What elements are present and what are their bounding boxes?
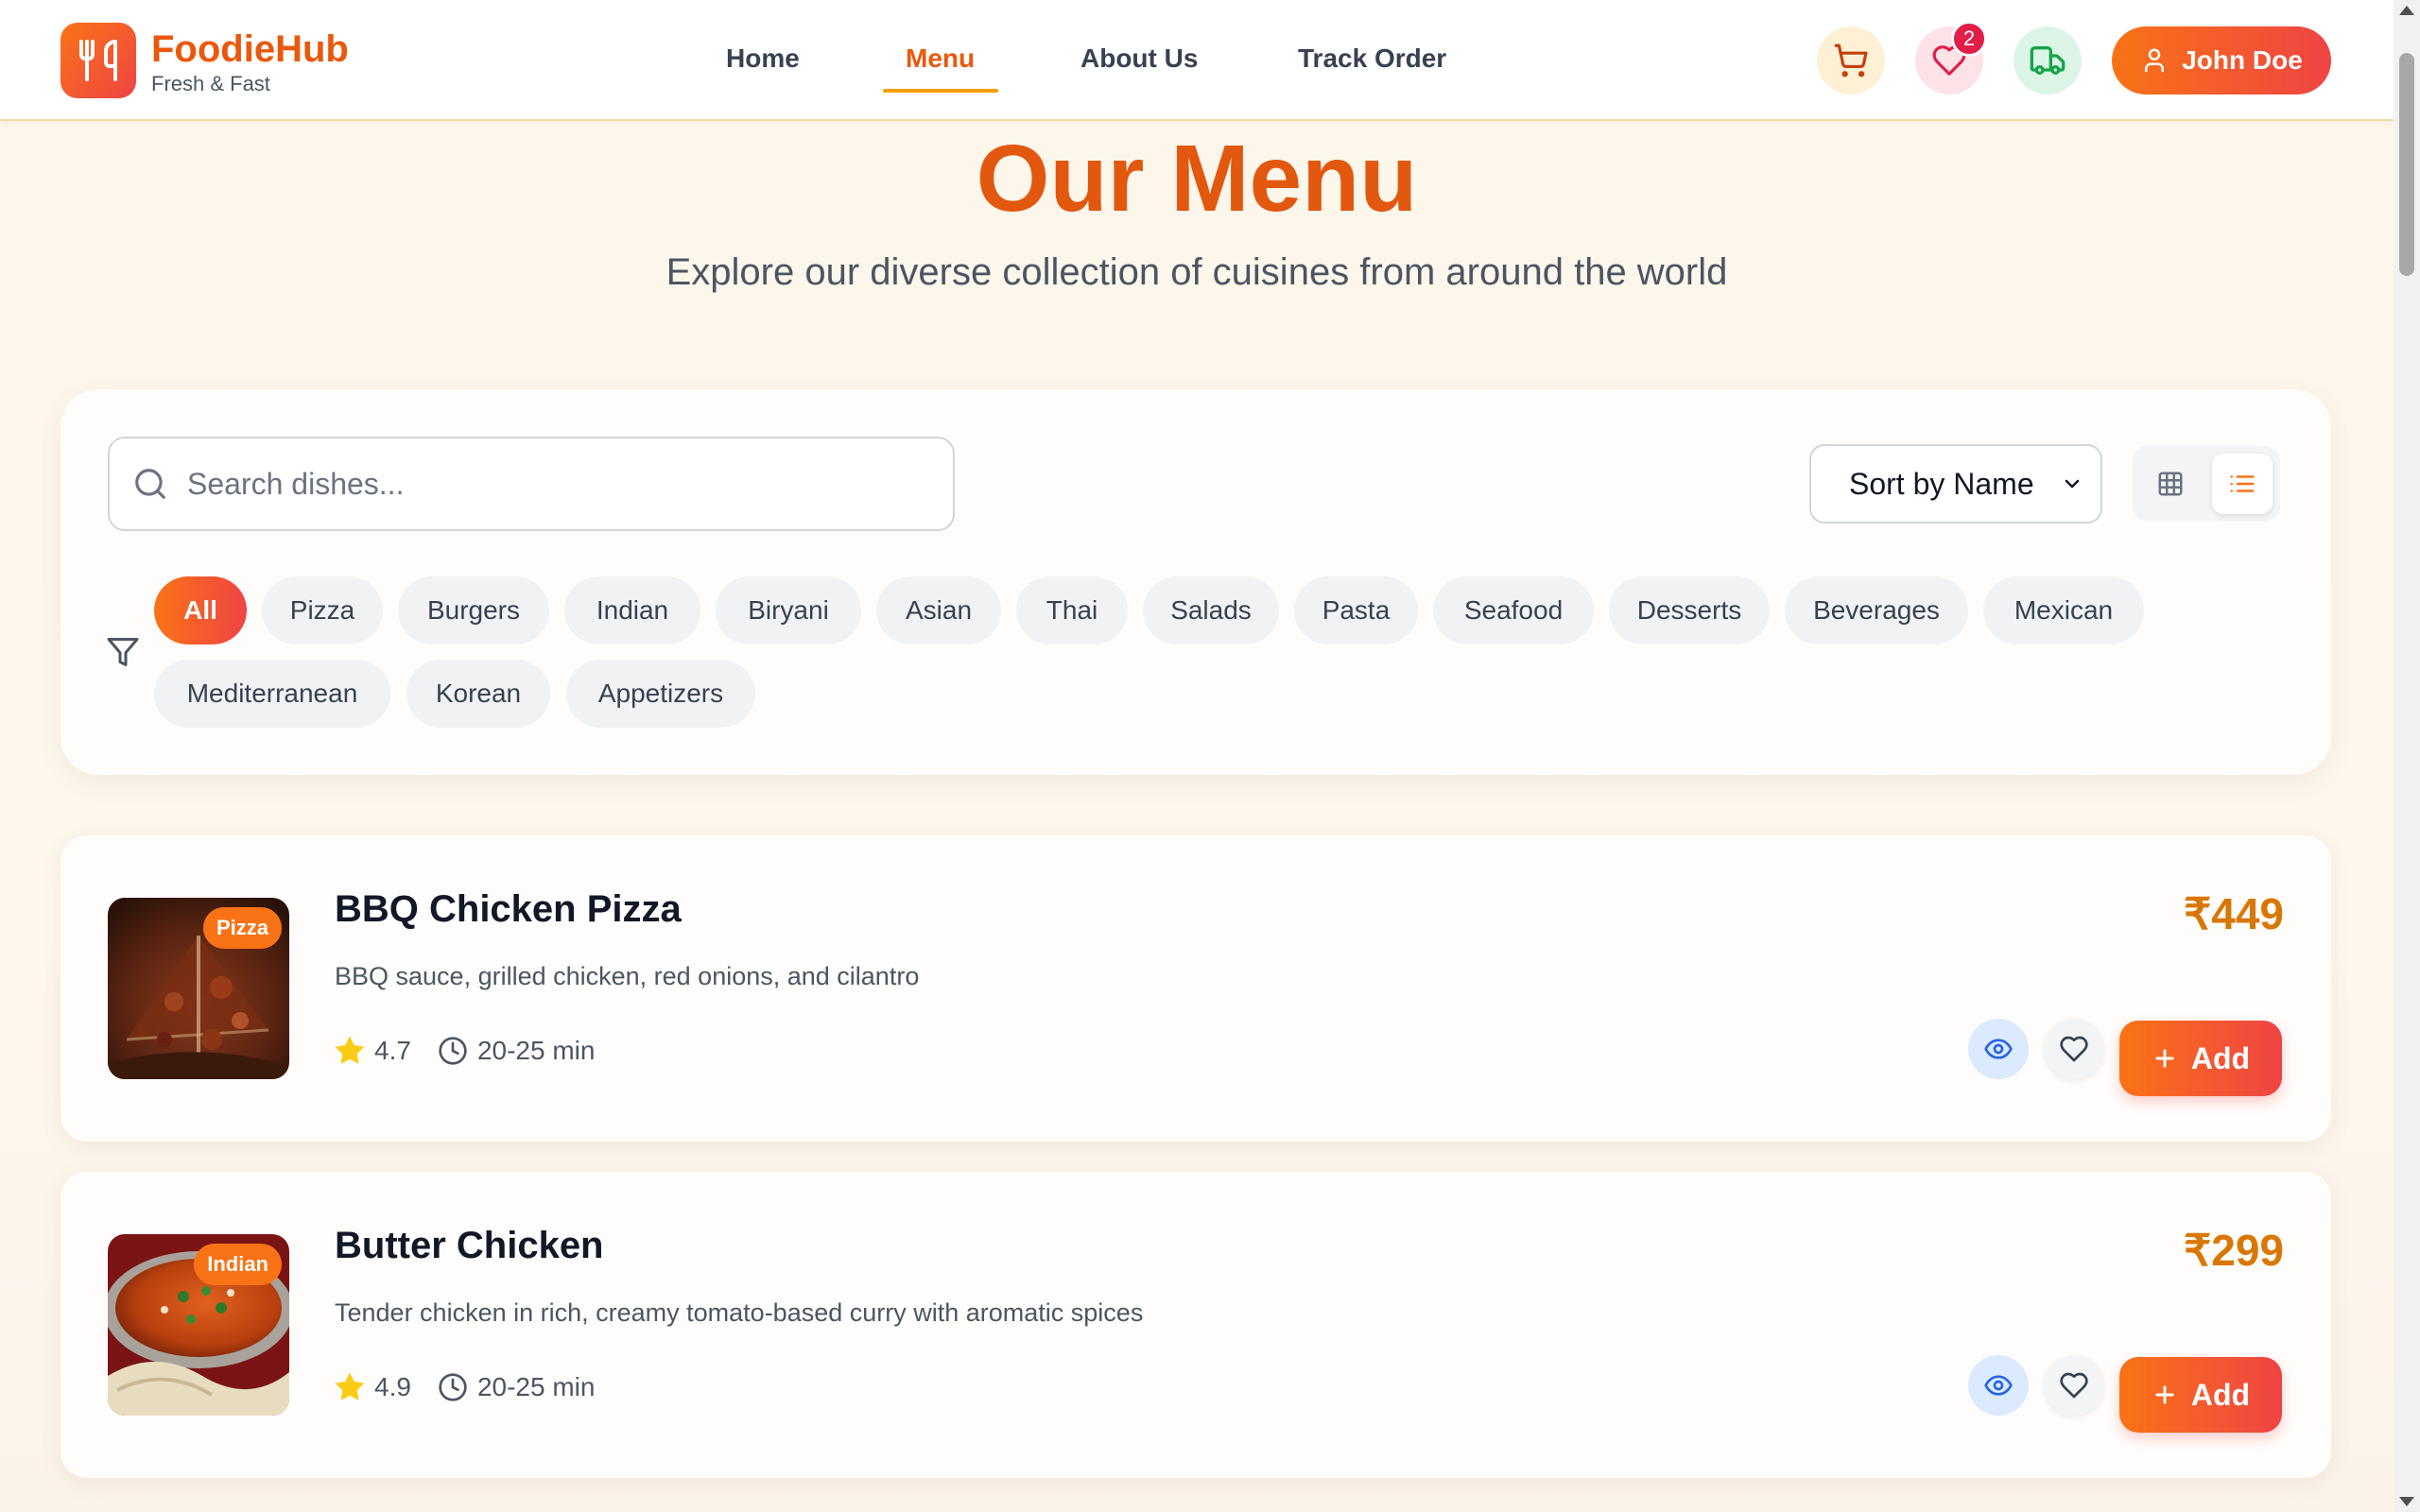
category-chip-burgers[interactable]: Burgers (398, 576, 549, 644)
clock-icon (439, 1037, 467, 1065)
nav-track-order[interactable]: Track Order (1298, 43, 1446, 74)
nav-home[interactable]: Home (726, 43, 800, 74)
user-name: John Doe (2182, 45, 2303, 75)
star-icon (335, 1036, 365, 1064)
search-icon (135, 469, 165, 499)
category-chip-mexican[interactable]: Mexican (1983, 576, 2144, 644)
favorite-button[interactable] (2044, 1355, 2104, 1416)
dish-image[interactable]: Indian (108, 1234, 289, 1416)
grid-icon (2158, 472, 2183, 496)
truck-icon (2030, 46, 2066, 75)
utensils-icon (79, 40, 117, 81)
top-header: FoodieHub Fresh & Fast Home Menu About U… (0, 0, 2394, 121)
eye-icon (1984, 1039, 2013, 1059)
dish-card[interactable]: Indian Butter Chicken Tender chicken in … (60, 1172, 2331, 1478)
dish-name[interactable]: BBQ Chicken Pizza (335, 888, 682, 931)
cart-button[interactable] (1817, 26, 1885, 94)
add-to-cart-button[interactable]: Add (2119, 1021, 2282, 1096)
dish-prep-time: 20-25 min (476, 1036, 596, 1065)
add-button-label: Add (2190, 1040, 2251, 1075)
nav-about-us[interactable]: About Us (1080, 43, 1198, 74)
dish-meta: 4.7 20-25 min (335, 1036, 595, 1066)
category-chip-salads[interactable]: Salads (1143, 576, 1279, 644)
dish-category-badge: Indian (194, 1244, 282, 1285)
dish-name[interactable]: Butter Chicken (335, 1225, 604, 1267)
dish-meta: 4.9 20-25 min (335, 1372, 595, 1402)
dish-price: ₹299 (2183, 1226, 2284, 1275)
dish-rating: 4.9 (374, 1372, 411, 1401)
nav-menu[interactable]: Menu (906, 43, 975, 74)
dish-prep-time: 20-25 min (476, 1372, 596, 1401)
search-input[interactable] (187, 466, 943, 502)
track-order-button[interactable] (2014, 26, 2082, 94)
plus-icon (2155, 1049, 2174, 1068)
page-subtitle: Explore our diverse collection of cuisin… (666, 251, 1728, 293)
scroll-down-arrow[interactable] (2399, 1497, 2414, 1506)
filter-icon (107, 638, 139, 666)
clock-icon (439, 1373, 467, 1401)
dish-price: ₹449 (2183, 889, 2284, 938)
category-chip-asian[interactable]: Asian (876, 576, 1001, 644)
category-chip-pizza[interactable]: Pizza (262, 576, 383, 644)
dish-category-badge: Pizza (202, 907, 282, 949)
favorites-count-badge: 2 (1951, 21, 1987, 57)
dish-description: Tender chicken in rich, creamy tomato-ba… (335, 1298, 1144, 1327)
dish-rating: 4.7 (374, 1036, 411, 1065)
category-chip-pasta[interactable]: Pasta (1294, 576, 1418, 644)
sort-selected-value: Sort by Name (1849, 466, 2034, 501)
nav-active-indicator (883, 89, 998, 93)
view-details-button[interactable] (1968, 1019, 2029, 1079)
eye-icon (1984, 1375, 2013, 1396)
cart-icon (1834, 43, 1868, 77)
category-chip-beverages[interactable]: Beverages (1785, 576, 1968, 644)
sort-select[interactable]: Sort by Name (1809, 444, 2102, 524)
dish-card[interactable]: Pizza BBQ Chicken Pizza BBQ sauce, grill… (60, 835, 2331, 1142)
favorite-button[interactable] (2044, 1019, 2104, 1079)
add-button-label: Add (2190, 1377, 2251, 1412)
category-chip-all[interactable]: All (154, 576, 247, 644)
page-scrollbar[interactable] (2394, 0, 2420, 1512)
list-icon (2230, 475, 2255, 492)
category-chip-mediterranean[interactable]: Mediterranean (154, 660, 390, 728)
add-to-cart-button[interactable]: Add (2119, 1357, 2282, 1433)
grid-view-button[interactable] (2140, 454, 2201, 514)
scrollbar-thumb[interactable] (2399, 53, 2414, 276)
star-icon (335, 1372, 365, 1400)
category-chip-desserts[interactable]: Desserts (1609, 576, 1770, 644)
category-chip-appetizers[interactable]: Appetizers (566, 660, 755, 728)
category-chip-thai[interactable]: Thai (1016, 576, 1128, 644)
brand-logo[interactable] (60, 23, 136, 98)
page-title: Our Menu (976, 126, 1418, 232)
search-box[interactable] (108, 437, 955, 531)
user-icon (2145, 48, 2165, 73)
category-chip-seafood[interactable]: Seafood (1433, 576, 1594, 644)
category-chip-korean[interactable]: Korean (406, 660, 550, 728)
category-chip-biryani[interactable]: Biryani (716, 576, 861, 644)
heart-icon (2060, 1372, 2088, 1399)
view-details-button[interactable] (1968, 1355, 2029, 1416)
dish-description: BBQ sauce, grilled chicken, red onions, … (335, 962, 920, 990)
view-mode-toggle (2133, 446, 2280, 522)
plus-icon (2155, 1385, 2174, 1404)
list-view-button[interactable] (2212, 454, 2273, 514)
heart-icon (2060, 1036, 2088, 1062)
dish-image[interactable]: Pizza (108, 898, 289, 1079)
filter-toggle[interactable] (106, 635, 140, 674)
scroll-up-arrow[interactable] (2399, 6, 2414, 15)
brand-tagline: Fresh & Fast (151, 72, 270, 95)
user-profile-button[interactable]: John Doe (2112, 26, 2331, 94)
brand-name[interactable]: FoodieHub (151, 28, 349, 71)
category-chip-indian[interactable]: Indian (564, 576, 700, 644)
chevron-down-icon (2065, 479, 2080, 489)
